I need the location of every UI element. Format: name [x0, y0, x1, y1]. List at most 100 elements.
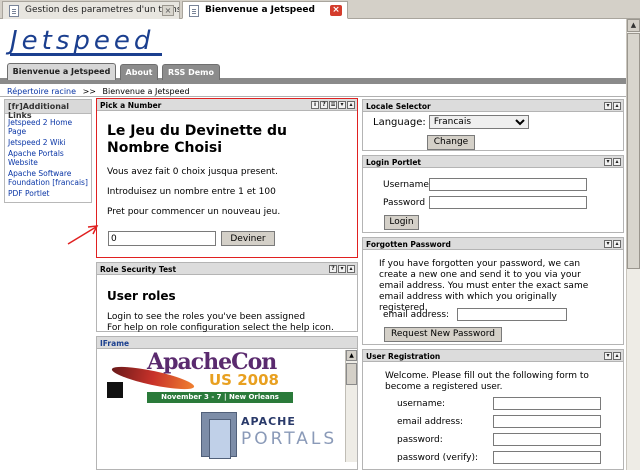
help-icon[interactable]: ?	[329, 265, 337, 273]
maximize-icon[interactable]: ▴	[613, 102, 621, 110]
minimize-icon[interactable]: ▾	[604, 102, 612, 110]
change-button[interactable]: Change	[427, 135, 475, 150]
language-label: Language:	[373, 117, 426, 128]
link-jetspeed-wiki[interactable]: Jetspeed 2 Wiki	[5, 138, 91, 147]
role-security-portlet: Role Security Test ? ▾ ▴ User roles Login …	[96, 262, 358, 333]
ready-text: Pret pour commencer un nouveau jeu.	[107, 207, 281, 217]
username-label: Username	[383, 180, 429, 190]
login-button[interactable]: Login	[384, 215, 419, 230]
close-tab-icon[interactable]: ×	[330, 5, 342, 16]
edit-icon[interactable]: ≡	[329, 101, 337, 109]
iframe-portlet: IFrame ApacheCon US 2008 November 3 - 7 …	[96, 336, 358, 470]
request-password-button[interactable]: Request New Password	[384, 327, 502, 342]
apache-text: APACHE	[241, 415, 296, 428]
portlet-title: Role Security Test	[100, 265, 177, 274]
guess-input[interactable]	[108, 231, 216, 246]
apache-portals-door-icon	[201, 412, 237, 459]
guess-button[interactable]: Deviner	[221, 231, 275, 246]
logo-underline	[10, 53, 162, 56]
browser-tab-label: Gestion des parametres d'un transport...	[25, 5, 179, 15]
link-jetspeed-home[interactable]: Jetspeed 2 Home Page	[5, 118, 91, 136]
reg-password-verify-label: password (verify):	[397, 453, 479, 463]
black-square-icon	[107, 382, 123, 398]
login-portlet: Login Portlet ▾ ▴ Username Password Login	[362, 155, 624, 233]
browser-tab-transport[interactable]: Gestion des parametres d'un transport...…	[2, 1, 180, 19]
language-select[interactable]: Francais	[428, 115, 529, 129]
browser-tab-strip: Gestion des parametres d'un transport...…	[0, 0, 640, 19]
portlet-title: IFrame	[100, 339, 130, 348]
reg-email-field[interactable]	[493, 415, 601, 428]
red-arrow-icon	[67, 225, 99, 245]
close-tab-icon[interactable]: ×	[162, 5, 174, 16]
link-pdf-portlet[interactable]: PDF Portlet	[5, 189, 91, 198]
user-registration-portlet: User Registration ▾ ▴ Welcome. Please fil…	[362, 349, 624, 470]
portlet-header: Login Portlet ▾ ▴	[363, 156, 623, 168]
minimize-icon[interactable]: ▾	[604, 240, 612, 248]
tab-rss-demo[interactable]: RSS Demo	[162, 64, 220, 80]
maximize-icon[interactable]: ▴	[613, 352, 621, 360]
reg-email-label: email address:	[397, 417, 464, 427]
forgotten-text: If you have forgotten your password, we …	[379, 259, 589, 313]
locale-selector-portlet: Locale Selector ▾ ▴ Language: Francais Ch…	[362, 99, 624, 151]
event-dates-banner: November 3 - 7 | New Orleans	[147, 392, 293, 403]
game-heading: Le Jeu du Devinette du Nombre Choisi	[107, 123, 287, 156]
maximize-icon[interactable]: ▴	[613, 240, 621, 248]
email-field[interactable]	[457, 308, 567, 321]
jetspeed-logo: Jetspeed	[10, 26, 155, 56]
link-apache-portals[interactable]: Apache Portals Website	[5, 149, 91, 167]
scroll-up-arrow-icon[interactable]: ▲	[627, 19, 640, 32]
minimize-icon[interactable]: ▾	[338, 265, 346, 273]
portlet-title: Forgotten Password	[366, 240, 451, 249]
tab-bienvenue[interactable]: Bienvenue a Jetspeed	[7, 63, 116, 80]
portals-text: PORTALS	[241, 429, 338, 449]
reg-username-label: username:	[397, 399, 446, 409]
pick-number-portlet: Pick a Number i? ≡ ▾ ▴ Le Jeu du Devinette …	[96, 98, 358, 258]
minimize-icon[interactable]: ▾	[338, 101, 346, 109]
apachecon-subtitle: US 2008	[209, 371, 279, 389]
login-hint-text: Login to see the roles you've been assig…	[107, 312, 306, 322]
password-label: Password	[383, 198, 426, 208]
portlet-header: User Registration ▾ ▴	[363, 350, 623, 362]
username-field[interactable]	[429, 178, 587, 191]
email-label: email address:	[383, 310, 450, 320]
portlet-header: Pick a Number i? ≡ ▾ ▴	[97, 99, 357, 111]
maximize-icon[interactable]: ▴	[347, 101, 355, 109]
minimize-icon[interactable]: ▾	[604, 352, 612, 360]
maximize-icon[interactable]: ▴	[613, 158, 621, 166]
page-scrollbar[interactable]: ▲	[626, 19, 640, 470]
help-icon[interactable]: ?	[320, 101, 328, 109]
section-heading: User roles	[107, 289, 176, 303]
breadcrumb-current: Bienvenue a Jetspeed	[102, 87, 190, 96]
us-text: US	[209, 371, 232, 389]
password-field[interactable]	[429, 196, 587, 209]
reg-password-field[interactable]	[493, 433, 601, 446]
maximize-icon[interactable]: ▴	[347, 265, 355, 273]
panel-title: [fr]Additional Links	[5, 100, 91, 120]
breadcrumb-separator: >>	[82, 87, 96, 96]
breadcrumb: Répertoire racine >> Bienvenue a Jetspee…	[7, 87, 190, 96]
scroll-thumb[interactable]	[627, 33, 640, 269]
year-text: 2008	[237, 371, 279, 389]
language-row: Language: Francais	[373, 115, 623, 129]
portlet-header: Locale Selector ▾ ▴	[363, 100, 623, 112]
scroll-up-arrow-icon[interactable]: ▲	[346, 350, 357, 361]
instruction-text: Introduisez un nombre entre 1 et 100	[107, 187, 276, 197]
reg-password-verify-field[interactable]	[493, 451, 601, 464]
status-text: Vous avez fait 0 choix jusqua present.	[107, 167, 278, 177]
portlet-header: Forgotten Password ▾ ▴	[363, 238, 623, 250]
breadcrumb-root-link[interactable]: Répertoire racine	[7, 87, 76, 96]
portlet-title: Pick a Number	[100, 101, 162, 110]
reg-username-field[interactable]	[493, 397, 601, 410]
portlet-header: Role Security Test ? ▾ ▴	[97, 263, 357, 275]
registration-text: Welcome. Please fill out the following f…	[385, 371, 589, 392]
page-icon	[9, 5, 19, 17]
browser-tab-jetspeed[interactable]: Bienvenue a Jetspeed ×	[182, 1, 348, 19]
iframe-scrollbar[interactable]: ▲	[345, 350, 357, 462]
reg-password-label: password:	[397, 435, 443, 445]
tab-about[interactable]: About	[120, 64, 158, 80]
scroll-thumb[interactable]	[346, 363, 357, 385]
link-asf[interactable]: Apache Software Foundation [francais]	[5, 169, 91, 187]
info-icon[interactable]: i	[311, 101, 319, 109]
minimize-icon[interactable]: ▾	[604, 158, 612, 166]
additional-links-panel: [fr]Additional Links Jetspeed 2 Home Pag…	[4, 99, 92, 203]
